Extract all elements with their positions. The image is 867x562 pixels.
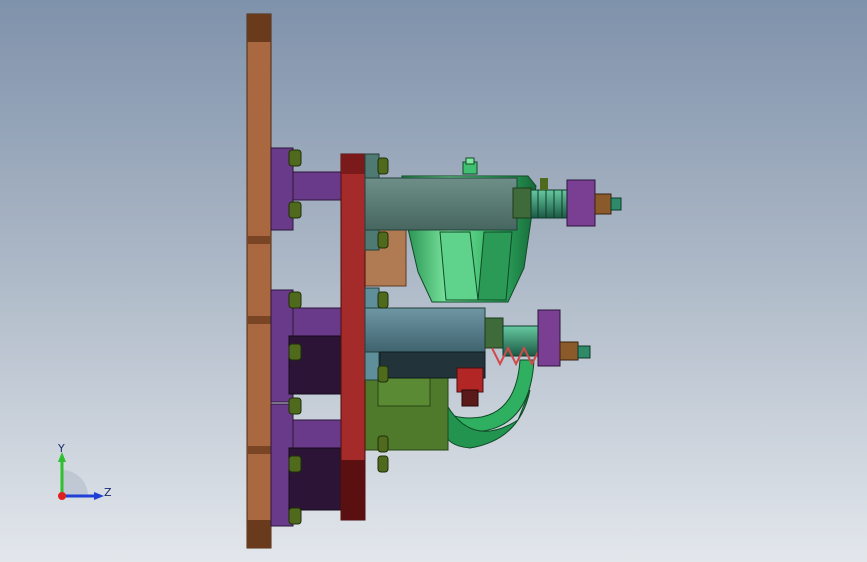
z-arrow-icon (94, 492, 104, 500)
clamp-plate[interactable] (340, 153, 366, 521)
base-plate[interactable] (246, 13, 272, 549)
orientation-triad[interactable]: Y Z (40, 430, 130, 520)
z-axis-label: Z (104, 486, 112, 499)
upper-spring-assembly[interactable] (530, 178, 622, 227)
upper-arm[interactable] (364, 177, 532, 231)
lower-spring-assembly[interactable] (491, 309, 591, 367)
purple-brackets[interactable] (270, 147, 346, 527)
assembly-model[interactable] (0, 0, 867, 562)
triad-plane-icon (62, 470, 88, 496)
x-axis-dot-icon (58, 492, 66, 500)
y-axis-label: Y (58, 442, 65, 455)
cad-3d-viewport[interactable]: Y Z (0, 0, 867, 562)
red-tab[interactable] (456, 367, 484, 407)
